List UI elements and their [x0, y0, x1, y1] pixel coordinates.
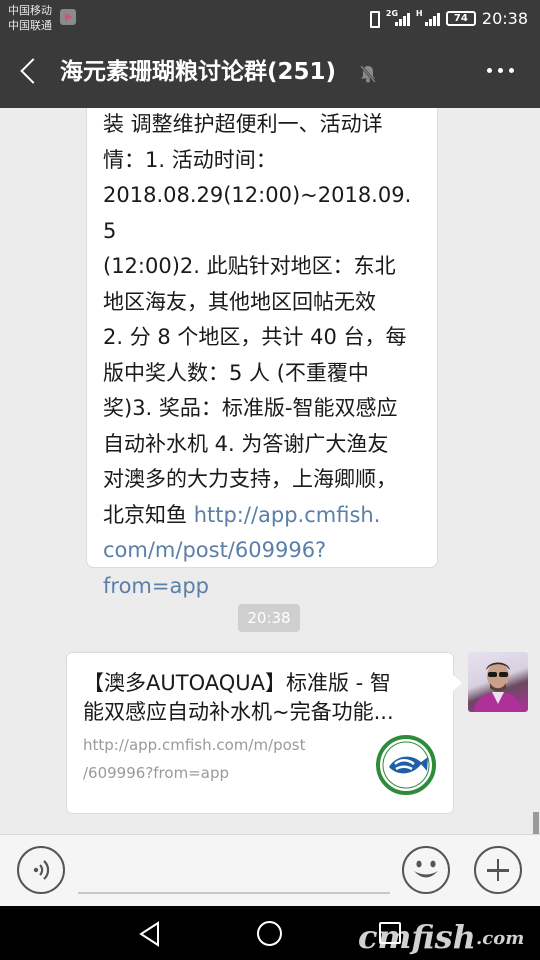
share-title-line: 【澳多AUTOAQUA】标准版 - 智 [83, 671, 391, 695]
input-bar [0, 834, 540, 906]
mute-bell-icon [360, 65, 376, 83]
nav-home-icon[interactable] [257, 921, 282, 946]
signal-2-icon: H [415, 8, 440, 26]
system-nav-bar: cmfish .com [0, 906, 540, 960]
more-actions-button[interactable] [474, 846, 522, 894]
cmfish-logo-icon [376, 735, 436, 795]
message-line-prefix: 北京知鱼 [103, 502, 194, 527]
network-type-1: 2G [385, 8, 399, 18]
watermark-suffix: .com [476, 928, 525, 949]
message-text: 装 调整维护超便利一、活动详 情：1. 活动时间： 2018.08.29(12:… [103, 107, 423, 604]
nav-back-icon[interactable] [136, 920, 164, 948]
status-icons: 2G H 74 20:38 [366, 7, 528, 29]
message-line: 奖)3. 奖品：标准版-智能双感应 [103, 396, 398, 420]
back-button[interactable] [14, 56, 46, 88]
chat-screen: 中国移动 中国联通 2G H 74 20:38 海元素珊瑚粮讨论群(251) 装… [0, 0, 540, 960]
emoji-button[interactable] [402, 846, 450, 894]
sender-avatar[interactable] [468, 652, 528, 712]
message-line: 自动补水机 4. 为答谢广大渔友 [103, 431, 389, 456]
share-card-title: 【澳多AUTOAQUA】标准版 - 智 能双感应自动补水机~完备功能... [83, 669, 443, 727]
message-link[interactable]: http://app.cmfish. [194, 503, 381, 527]
watermark-text: cmfish [358, 918, 476, 956]
chat-title: 海元素珊瑚粮讨论群(251) [60, 59, 337, 85]
avatar-photo-icon [474, 662, 522, 712]
message-timestamp: 20:38 [238, 604, 300, 632]
share-card-url: http://app.cmfish.com/m/post /609996?fro… [83, 731, 353, 787]
message-line: 装 调整维护超便利一、活动详 [103, 112, 383, 136]
carrier-info: 中国移动 中国联通 [8, 3, 52, 33]
carrier-1: 中国移动 [8, 4, 52, 17]
message-line: 2. 分 8 个地区，共计 40 台，每 [103, 325, 407, 349]
shared-link-card[interactable]: 【澳多AUTOAQUA】标准版 - 智 能双感应自动补水机~完备功能... ht… [66, 652, 462, 814]
message-input[interactable] [78, 892, 390, 894]
more-options-button[interactable] [487, 68, 514, 73]
network-type-2: H [415, 8, 423, 18]
text-message-bubble[interactable]: 装 调整维护超便利一、活动详 情：1. 活动时间： 2018.08.29(12:… [86, 108, 438, 598]
message-link[interactable]: from=app [103, 569, 423, 605]
status-bar: 中国移动 中国联通 2G H 74 20:38 [0, 0, 540, 36]
carrier-2: 中国联通 [8, 19, 52, 32]
vibrate-icon [366, 10, 380, 28]
status-clock: 20:38 [481, 8, 528, 28]
share-title-line: 能双感应自动补水机~完备功能... [83, 700, 394, 724]
message-line: 2018.08.29(12:00)~2018.09.5 [103, 183, 412, 243]
message-line: 版中奖人数：5 人 (不重覆中 [103, 360, 369, 385]
message-line: (12:00)2. 此贴针对地区：东北 [103, 254, 396, 278]
voice-icon [33, 860, 50, 880]
battery-icon: 74 [445, 10, 476, 26]
title-bar: 海元素珊瑚粮讨论群(251) [0, 36, 540, 108]
voice-input-button[interactable] [17, 846, 65, 894]
message-line: 情：1. 活动时间： [103, 147, 277, 172]
message-line: 北京知鱼 http://app.cmfish. [103, 498, 423, 534]
scroll-indicator[interactable] [533, 812, 539, 834]
message-link[interactable]: com/m/post/609996? [103, 533, 423, 569]
share-url-line: http://app.cmfish.com/m/post [83, 736, 306, 754]
message-line: 对澳多的大力支持，上海卿顺， [103, 467, 397, 491]
video-app-icon [60, 9, 76, 25]
share-url-line: /609996?from=app [83, 764, 229, 782]
message-line: 地区海友，其他地区回帖无效 [103, 289, 376, 314]
signal-1-icon: 2G [385, 8, 410, 26]
smiley-icon [414, 860, 438, 878]
